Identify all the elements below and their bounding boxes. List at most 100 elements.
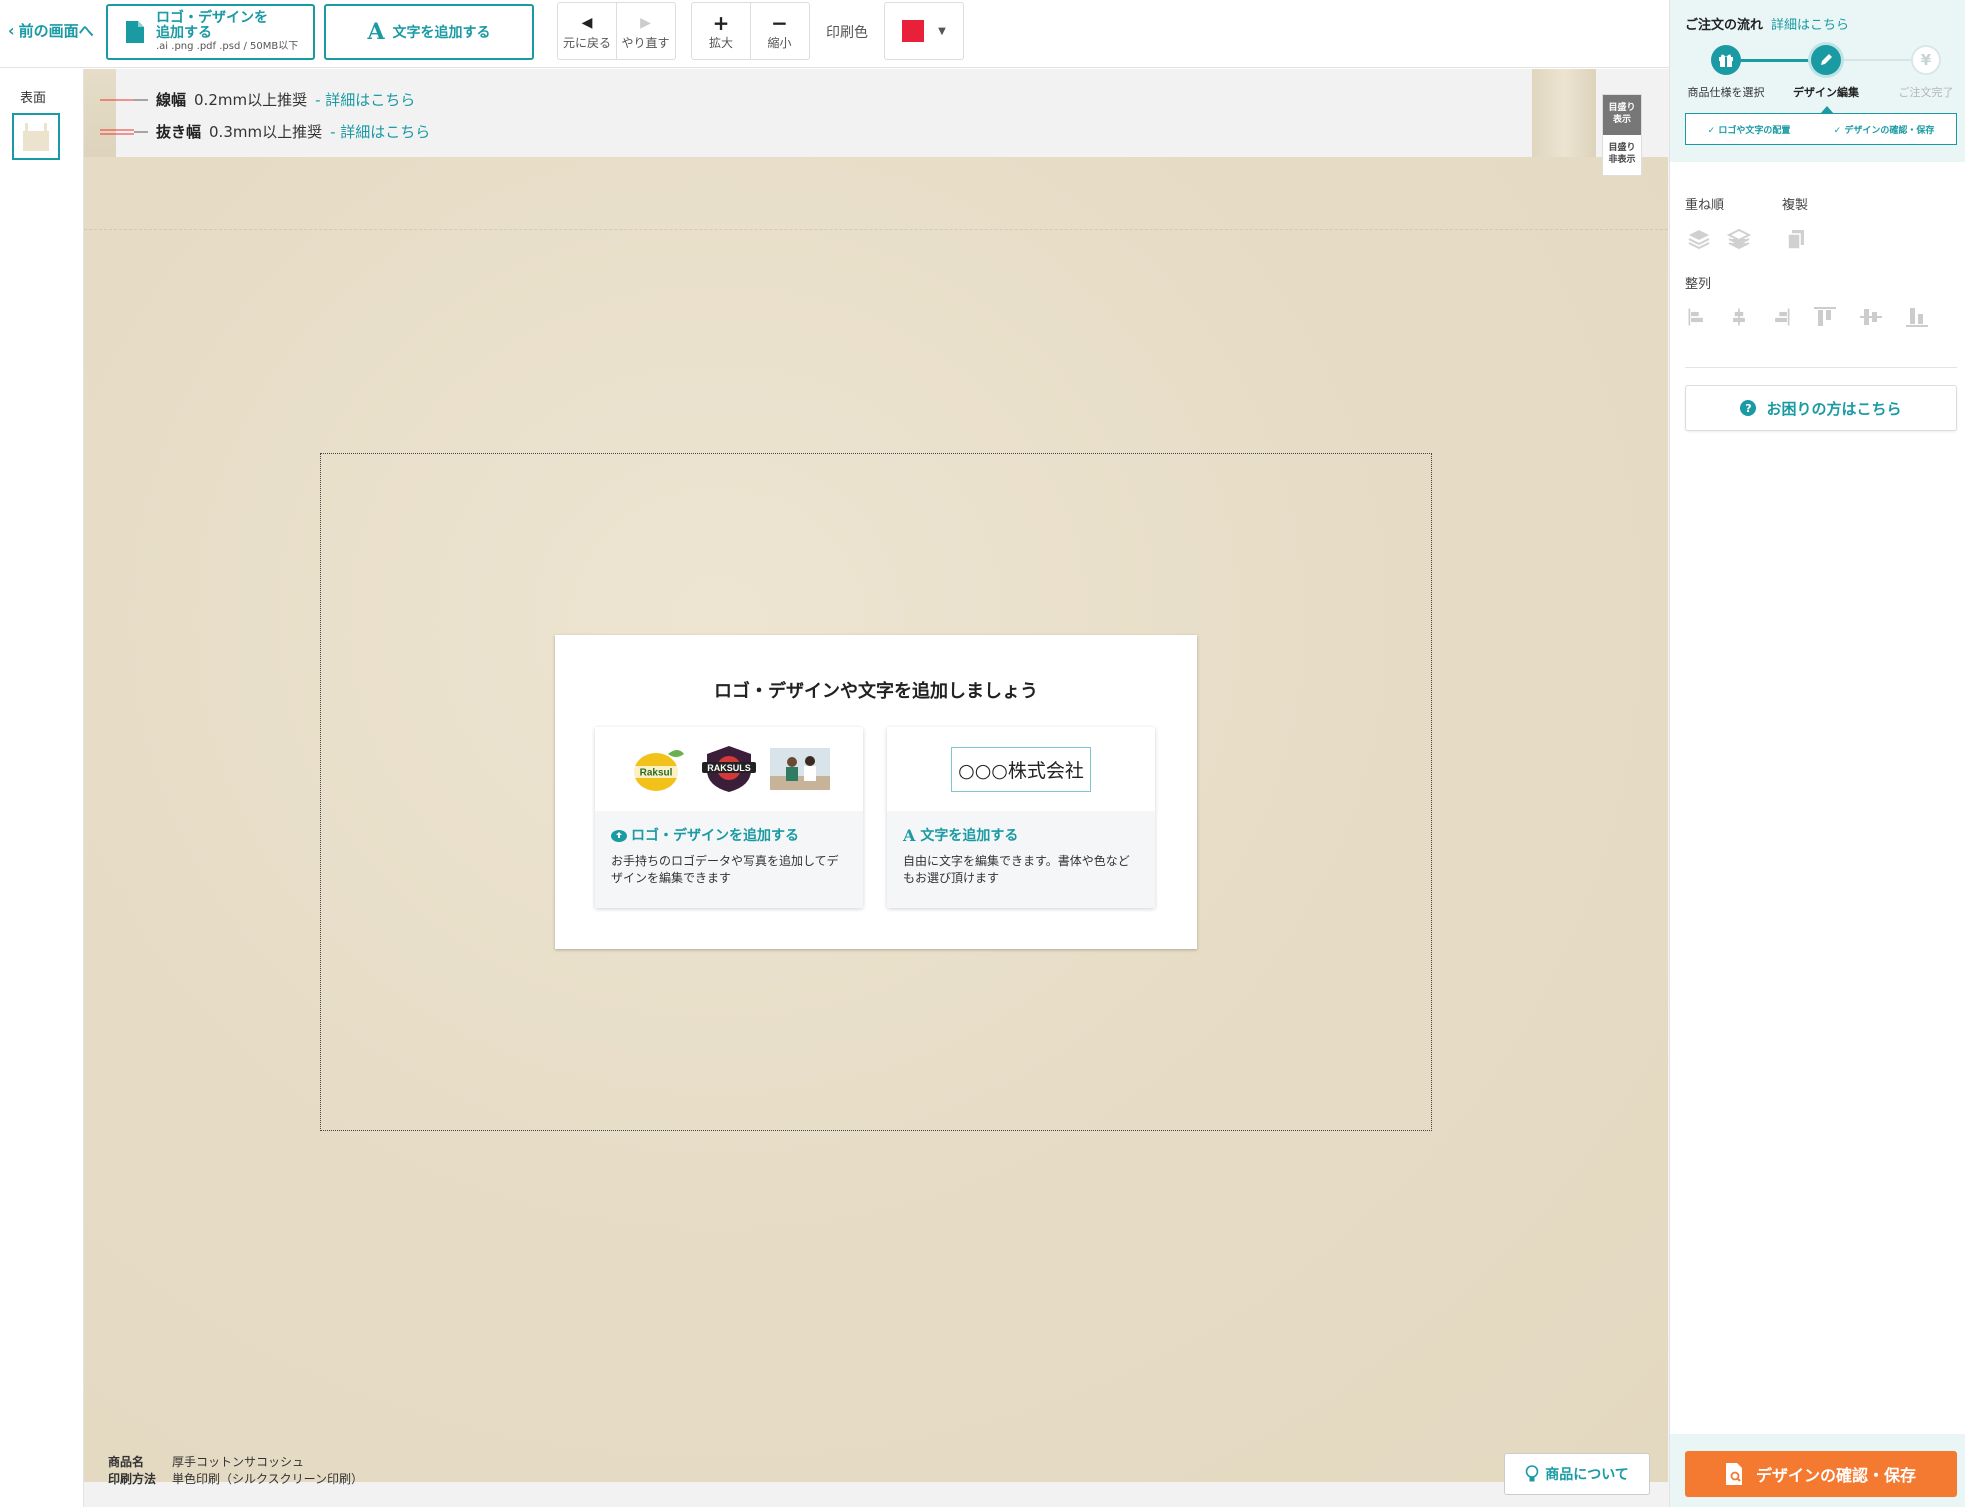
check-item-1-label: ロゴや文字の配置 [1718,125,1791,136]
question-icon: ? [1740,400,1757,416]
add-logo-card[interactable]: Raksul RAKSULS ロゴ・デザインを追加する お手持ちのロゴデータや写… [595,727,863,908]
add-text-button[interactable]: A 文字を追加する [324,4,534,60]
zoom-out-button[interactable]: − 縮小 [750,3,808,59]
cutout-width-sample-icon [100,129,148,134]
step-3-circle: ¥ [1911,45,1941,75]
help-button-label: お困りの方はこちら [1766,399,1902,418]
design-canvas: 線幅 0.2mm以上推奨 - 詳細はこちら 抜き幅 0.3mm以上推奨 - 詳細… [84,69,1669,1507]
print-method-value: 単色印刷（シルクスクリーン印刷） [172,1472,364,1486]
check-item-2-label: デザインの確認・保存 [1844,125,1935,136]
send-backward-icon[interactable] [1726,226,1752,252]
add-logo-card-desc: お手持ちのロゴデータや写真を追加してデザインを編集できます [611,854,839,885]
bag-stitch-line [84,229,1668,230]
add-text-card-title: 文字を追加する [920,828,1019,844]
duplicate-icon[interactable] [1784,226,1810,252]
current-step-checks: ✓ ロゴや文字の配置 ✓ デザインの確認・保存 [1685,113,1957,145]
order-label: 重ね順 [1685,198,1725,213]
text-sample-box: ○○○株式会社 [951,746,1091,792]
step-labels: 商品仕様を選択 デザイン編集 ご注文完了 [1670,84,1965,100]
align-label: 整列 [1685,277,1712,292]
line-width-detail-link[interactable]: - 詳細はこちら [315,89,415,110]
bring-forward-icon[interactable] [1686,226,1712,252]
undo-label: 元に戻る [562,35,611,50]
crest-logo-text: RAKSULS [707,763,751,773]
add-logo-label-1: ロゴ・デザインを [156,10,268,26]
check-item-1: ✓ ロゴや文字の配置 [1707,125,1791,136]
print-color-label: 印刷色 [826,25,868,41]
zoom-out-label: 縮小 [767,35,792,50]
line-width-guide: 線幅 0.2mm以上推奨 - 詳細はこちら [100,89,415,110]
redo-button[interactable]: ▶ やり直す [616,3,674,59]
order-flow-detail-link[interactable]: 詳細はこちら [1771,14,1849,33]
ruler-show-label-2: 表示 [1612,115,1631,125]
bag-strap-right [1532,69,1596,161]
print-method-label: 印刷方法 [108,1472,157,1486]
ruler-hide-label-1: 目盛り [1608,143,1636,153]
about-product-button[interactable]: 商品について [1504,1453,1650,1495]
back-label: 前の画面へ [18,22,94,40]
lightbulb-icon [1525,1465,1539,1482]
help-button[interactable]: ? お困りの方はこちら [1685,385,1957,431]
text-a-icon: A [903,825,916,845]
file-icon [126,21,144,43]
zoom-in-button[interactable]: + 拡大 [692,3,750,59]
product-name-label: 商品名 [108,1455,145,1469]
lemon-logo-sample: Raksul [632,750,684,791]
back-link[interactable]: ‹ 前の画面へ [8,20,94,41]
print-color-swatch [902,20,925,42]
align-buttons [1686,304,1930,330]
order-flow-title: ご注文の流れ [1685,18,1764,33]
step-3-label: ご注文完了 [1898,86,1954,99]
add-logo-label-2: 追加する [156,25,212,41]
add-text-label: 文字を追加する [392,25,491,41]
ruler-hide-label-2: 非表示 [1608,155,1636,165]
front-side-thumbnail[interactable] [12,113,60,160]
add-content-dialog: ロゴ・デザインや文字を追加しましょう Raksul RAKSULS ロゴ・デザイ… [555,635,1197,949]
align-middle-icon[interactable] [1858,304,1884,330]
print-color-select[interactable]: ▼ [884,2,964,60]
add-text-card-desc: 自由に文字を編集できます。書体や色などもお選び頂けます [903,854,1130,885]
undo-button[interactable]: ◀ 元に戻る [558,3,616,59]
step-1-circle [1711,45,1741,75]
cutout-width-detail-link[interactable]: - 詳細はこちら [330,121,430,142]
dialog-title: ロゴ・デザインや文字を追加しましょう [714,681,1038,702]
top-toolbar: ‹ 前の画面へ ロゴ・デザインを 追加する .ai .png .pdf .psd… [0,0,1669,68]
divider [1685,367,1957,368]
zoom-group: + 拡大 − 縮小 [691,2,810,60]
confirm-save-button[interactable]: デザインの確認・保存 [1685,1451,1957,1497]
align-center-icon[interactable] [1728,304,1750,330]
check-item-2: ✓ デザインの確認・保存 [1833,125,1935,136]
align-left-icon[interactable] [1686,304,1708,330]
align-top-icon[interactable] [1812,304,1838,330]
align-right-icon[interactable] [1770,304,1792,330]
align-bottom-icon[interactable] [1904,304,1930,330]
line-width-value: 0.2mm以上推奨 [194,91,308,109]
about-product-label: 商品について [1545,1467,1629,1483]
chevron-left-icon: ‹ [8,21,15,40]
product-name-value: 厚手コットンサコッシュ [172,1455,305,1469]
text-a-icon: A [367,19,385,45]
zoom-in-label: 拡大 [708,35,733,50]
cutout-width-title: 抜き幅 [156,123,202,141]
cutout-width-guide: 抜き幅 0.3mm以上推奨 - 詳細はこちら [100,121,430,142]
add-text-card[interactable]: ○○○株式会社 A 文字を追加する 自由に文字を編集できます。書体や色などもお選… [887,727,1155,908]
step-1-label: 商品仕様を選択 [1687,86,1765,99]
redo-icon: ▶ [640,14,651,31]
bag-thumbnail-icon [23,122,49,151]
photo-sample [770,748,830,790]
order-flow-panel: ご注文の流れ 詳細はこちら ¥ 商品仕様を選択 デザイン編集 ご注文完了 ✓ ロ… [1670,0,1965,162]
ruler-toggle: 目盛り 表示 目盛り 非表示 [1602,94,1642,176]
cutout-width-value: 0.3mm以上推奨 [209,123,323,141]
order-buttons [1686,226,1752,252]
caret-down-icon: ▼ [938,25,946,37]
confirm-save-label: デザインの確認・保存 [1755,1466,1916,1485]
redo-label: やり直す [621,35,670,50]
crest-logo-sample: RAKSULS [702,746,756,792]
side-selector: 表面 [0,69,84,1507]
ruler-show-button[interactable]: 目盛り 表示 [1603,95,1641,135]
ruler-hide-button[interactable]: 目盛り 非表示 [1603,135,1641,175]
ruler-show-label-1: 目盛り [1608,103,1636,113]
line-width-sample-icon [100,99,148,100]
lemon-logo-text: Raksul [640,768,673,779]
add-logo-button[interactable]: ロゴ・デザインを 追加する .ai .png .pdf .psd / 50MB以… [106,4,315,60]
